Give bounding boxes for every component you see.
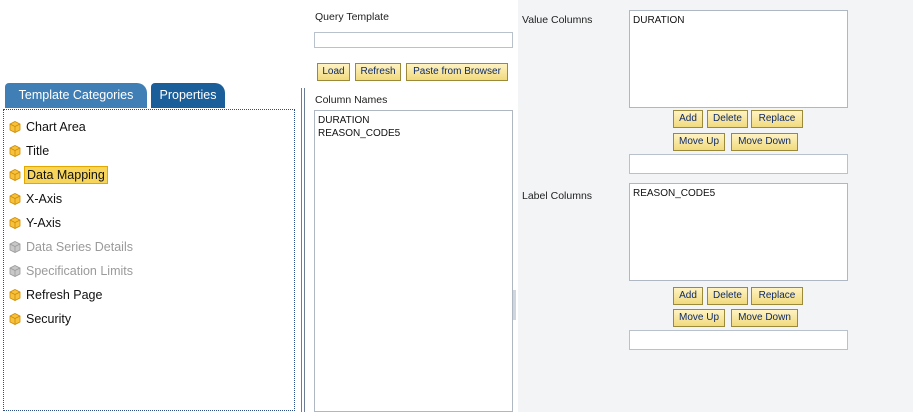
label-move-down-button[interactable]: Move Down [731, 309, 798, 327]
value-columns-label: Value Columns [522, 14, 593, 26]
category-item-refresh-page[interactable]: Refresh Page [9, 285, 104, 305]
gray-cube-icon [9, 239, 21, 253]
gold-cube-icon [9, 143, 21, 157]
value-move-up-button[interactable]: Move Up [673, 133, 725, 151]
column-mapping-panel: Value Columns DURATION Add Delete Replac… [518, 0, 913, 412]
gold-cube-icon [9, 167, 21, 181]
gray-cube-icon [9, 263, 21, 277]
load-button[interactable]: Load [317, 63, 350, 81]
category-item-label: Title [26, 144, 50, 158]
category-tree: Chart Area Title Data Mapping X-Axis Y-Axis D… [3, 109, 295, 411]
label-delete-button[interactable]: Delete [707, 287, 748, 305]
label-column-input[interactable] [629, 330, 848, 350]
gold-cube-icon [9, 311, 21, 325]
gold-cube-icon [9, 215, 21, 229]
query-panel: Query Template Load Refresh Paste from B… [313, 0, 513, 412]
paste-from-browser-button[interactable]: Paste from Browser [406, 63, 508, 81]
category-item-specification-limits: Specification Limits [9, 261, 135, 281]
value-delete-button[interactable]: Delete [707, 110, 748, 128]
list-item[interactable]: DURATION [318, 114, 509, 127]
category-item-label: Security [26, 312, 72, 326]
tab-properties[interactable]: Properties [151, 83, 225, 108]
value-add-button[interactable]: Add [673, 110, 703, 128]
gold-cube-icon [9, 119, 21, 133]
list-item[interactable]: REASON_CODE5 [318, 127, 509, 140]
column-names-list[interactable]: DURATION REASON_CODE5 [314, 110, 513, 412]
category-item-label: Data Series Details [26, 240, 133, 254]
gold-cube-icon [9, 191, 21, 205]
divider-left [301, 88, 302, 412]
category-item-y-axis[interactable]: Y-Axis [9, 213, 63, 233]
divider-left-inner [304, 88, 305, 412]
label-columns-label: Label Columns [522, 190, 593, 202]
label-add-button[interactable]: Add [673, 287, 703, 305]
query-template-label: Query Template [315, 11, 389, 23]
category-item-label: X-Axis [26, 192, 63, 206]
category-item-label: Refresh Page [26, 288, 103, 302]
splitter-handle[interactable] [513, 290, 516, 320]
value-move-down-button[interactable]: Move Down [731, 133, 798, 151]
label-move-up-button[interactable]: Move Up [673, 309, 725, 327]
label-columns-list[interactable]: REASON_CODE5 [629, 183, 848, 281]
list-item[interactable]: REASON_CODE5 [633, 187, 844, 200]
tab-template-categories[interactable]: Template Categories [5, 83, 147, 108]
refresh-button[interactable]: Refresh [355, 63, 401, 81]
category-item-label: Y-Axis [26, 216, 61, 230]
query-template-input[interactable] [314, 32, 513, 48]
value-replace-button[interactable]: Replace [751, 110, 803, 128]
value-columns-list[interactable]: DURATION [629, 10, 848, 108]
category-tabs: Template Categories Properties [5, 83, 298, 108]
category-item-title[interactable]: Title [9, 141, 51, 161]
category-item-data-mapping[interactable]: Data Mapping [9, 165, 108, 185]
category-item-data-series-details: Data Series Details [9, 237, 135, 257]
category-item-label: Data Mapping [24, 166, 108, 184]
column-names-label: Column Names [315, 94, 388, 106]
category-item-chart-area[interactable]: Chart Area [9, 117, 88, 137]
category-item-label: Specification Limits [26, 264, 133, 278]
category-item-label: Chart Area [26, 120, 86, 134]
category-item-x-axis[interactable]: X-Axis [9, 189, 64, 209]
label-replace-button[interactable]: Replace [751, 287, 803, 305]
list-item[interactable]: DURATION [633, 14, 844, 27]
category-item-security[interactable]: Security [9, 309, 73, 329]
value-column-input[interactable] [629, 154, 848, 174]
gold-cube-icon [9, 287, 21, 301]
